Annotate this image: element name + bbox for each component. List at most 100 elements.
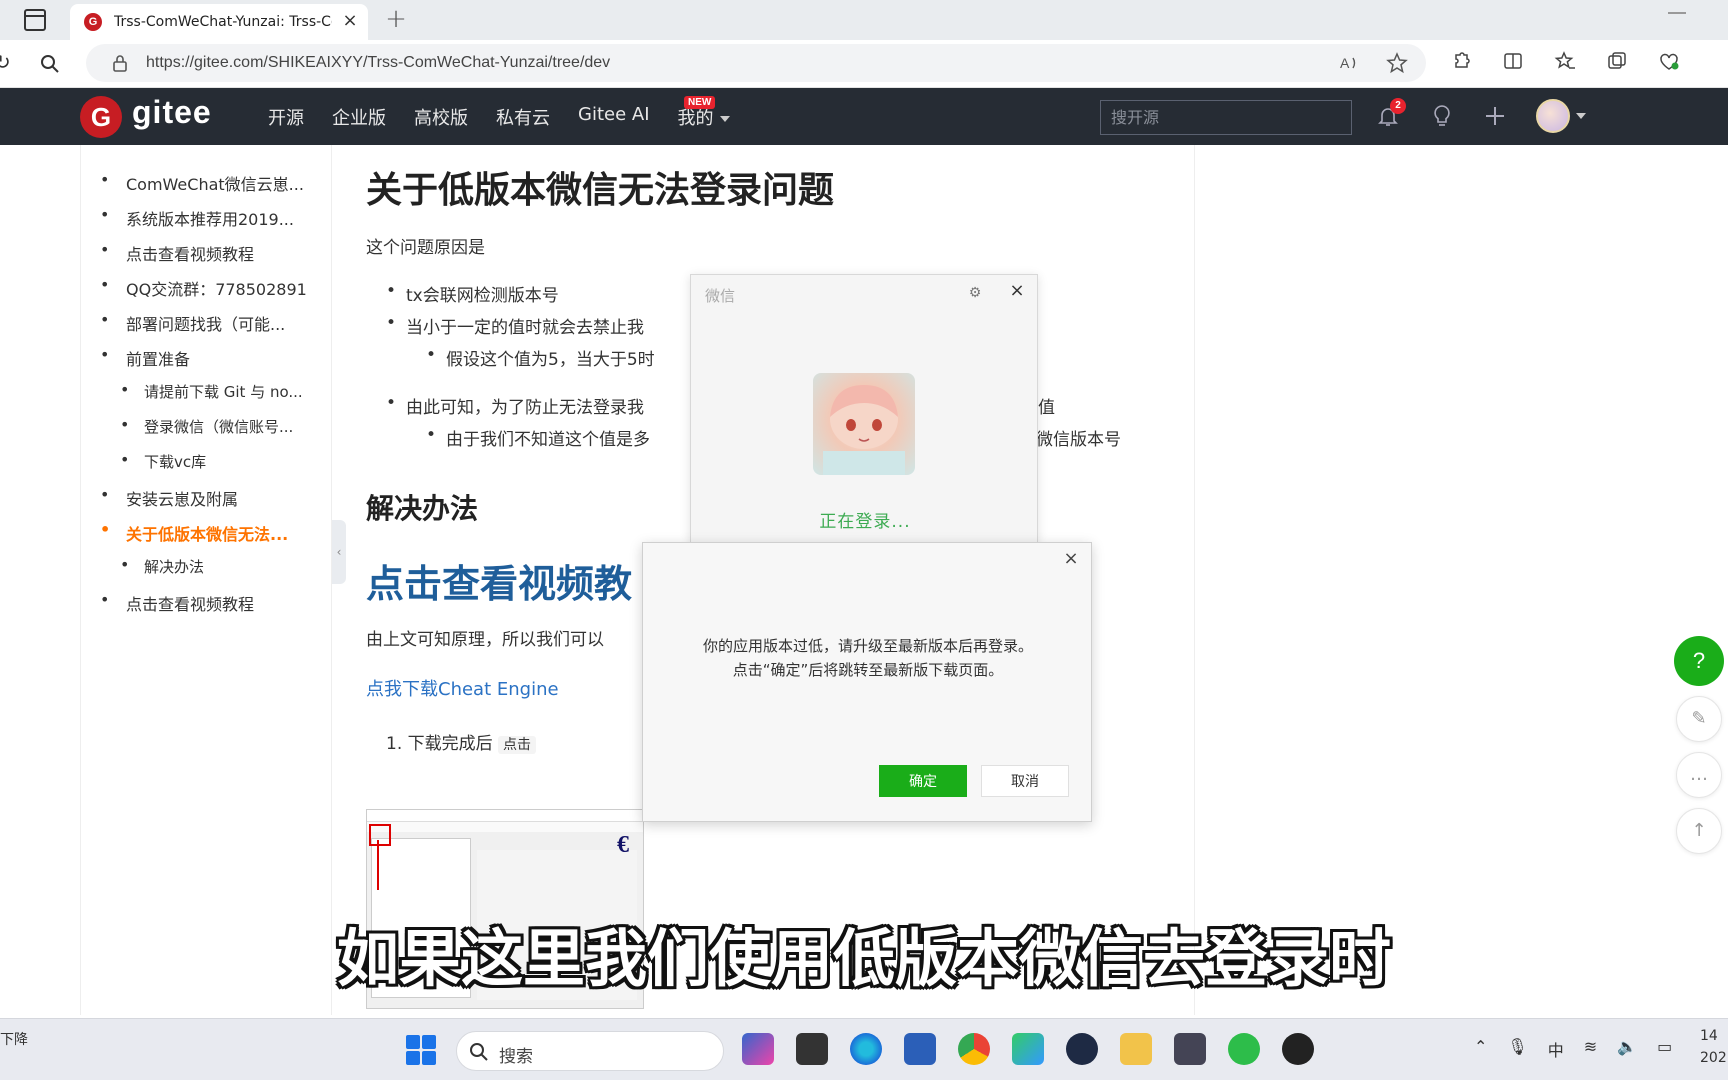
list-item: 假设这个值为5，当大于5时 bbox=[426, 345, 655, 370]
table-of-contents: ComWeChat微信云崽... 系统版本推荐用2019... 点击查看视频教程 QQ… bbox=[82, 145, 332, 1015]
read-aloud-icon[interactable]: A bbox=[1338, 52, 1360, 74]
favorites-icon[interactable] bbox=[1554, 50, 1576, 72]
help-button[interactable]: ? bbox=[1674, 636, 1724, 686]
video-tutorial-heading[interactable]: 点击查看视频教 bbox=[366, 553, 632, 608]
wechat-window-title: 微信 bbox=[705, 287, 736, 305]
favorite-star-icon[interactable] bbox=[1386, 52, 1408, 74]
wechat-icon[interactable] bbox=[1228, 1033, 1260, 1065]
toc-item[interactable]: ComWeChat微信云崽... bbox=[100, 171, 320, 206]
nav-university[interactable]: 高校版 bbox=[414, 104, 468, 130]
app-icon[interactable] bbox=[1066, 1033, 1098, 1065]
notification-count-badge: 2 bbox=[1390, 98, 1406, 114]
gitee-logo-icon[interactable]: G bbox=[80, 96, 122, 138]
task-view-icon[interactable] bbox=[796, 1033, 828, 1065]
extensions-icon[interactable] bbox=[1450, 50, 1472, 72]
plus-icon[interactable] bbox=[1484, 105, 1506, 127]
lightbulb-icon[interactable] bbox=[1430, 103, 1454, 129]
gear-icon[interactable]: ⚙ bbox=[967, 285, 983, 301]
app-icon[interactable] bbox=[1282, 1033, 1314, 1065]
nav-enterprise[interactable]: 企业版 bbox=[332, 104, 386, 130]
edit-icon[interactable]: ✎ bbox=[1676, 696, 1722, 742]
toc-item[interactable]: 安装云崽及附属 bbox=[100, 486, 320, 521]
chevron-up-icon[interactable]: ⌃ bbox=[1474, 1037, 1487, 1061]
toc-item[interactable]: 关于低版本微信无法... bbox=[100, 521, 320, 556]
toc-item[interactable]: 前置准备 bbox=[100, 346, 320, 381]
clock-time: 14 bbox=[1700, 1028, 1718, 1044]
toc-item[interactable]: 下载vc库 bbox=[100, 451, 320, 486]
cheat-engine-download-link[interactable]: 点我下载Cheat Engine bbox=[366, 675, 559, 701]
toc-item[interactable]: QQ交流群：778502891 bbox=[100, 276, 320, 311]
cheat-engine-logo-icon: € bbox=[617, 832, 629, 858]
notifications-button[interactable]: 2 bbox=[1376, 98, 1406, 128]
chrome-icon[interactable] bbox=[958, 1033, 990, 1065]
solution-paragraph: 由上文可知原理，所以我们可以 bbox=[366, 630, 604, 650]
nav-gitee-ai[interactable]: Gitee AI bbox=[578, 104, 650, 130]
gitee-search-input[interactable] bbox=[1100, 100, 1352, 135]
settings-gear-icon[interactable] bbox=[1174, 1033, 1206, 1065]
app-icon[interactable] bbox=[1012, 1033, 1044, 1065]
tab-close-icon[interactable]: × bbox=[340, 10, 360, 32]
volume-icon[interactable]: 🔈 bbox=[1617, 1037, 1637, 1061]
taskbar-search[interactable]: 搜索 bbox=[456, 1031, 724, 1071]
toc-item[interactable]: 请提前下载 Git 与 no... bbox=[100, 381, 320, 416]
edge-browser-icon[interactable] bbox=[850, 1033, 882, 1065]
nav-open-source[interactable]: 开源 bbox=[268, 104, 304, 130]
solution-heading: 解决办法 bbox=[366, 492, 479, 525]
list-item: 当小于一定的值时就会去禁止我 bbox=[386, 313, 644, 338]
toc-item-label: 部署问题找我（可能... bbox=[126, 315, 286, 334]
battery-icon[interactable]: ▭ bbox=[1657, 1037, 1672, 1061]
toc-item[interactable]: 解决办法 bbox=[100, 556, 320, 591]
close-icon[interactable]: × bbox=[1007, 281, 1027, 301]
collections-icon[interactable] bbox=[1606, 50, 1628, 72]
microphone-icon[interactable]: 🎙 bbox=[1507, 1037, 1527, 1061]
file-explorer-icon[interactable] bbox=[1120, 1033, 1152, 1065]
store-app-icon[interactable] bbox=[904, 1033, 936, 1065]
list-item: 由于我们不知道这个值是多 bbox=[426, 425, 650, 450]
reload-icon[interactable]: ↻ bbox=[0, 50, 14, 74]
window-minimize-icon[interactable] bbox=[1668, 12, 1686, 14]
back-to-top-icon[interactable]: ↑ bbox=[1676, 808, 1722, 854]
search-icon[interactable] bbox=[40, 54, 60, 74]
step-1: 1. 下载完成后 点击 bbox=[386, 729, 537, 754]
browser-tab-strip: G Trss-ComWeChat-Yunzai: Trss-Co × + bbox=[0, 0, 1728, 40]
toc-item-label: 下载vc库 bbox=[144, 453, 207, 471]
list-item-tail: 值 bbox=[1038, 398, 1055, 418]
dialog-message-line1: 你的应用版本过低，请升级至最新版本后再登录。 bbox=[702, 637, 1033, 655]
toc-item[interactable]: 系统版本推荐用2019... bbox=[100, 206, 320, 241]
url-field[interactable]: https://gitee.com/SHIKEAIXYY/Trss-ComWeC… bbox=[86, 44, 1426, 82]
toc-item[interactable]: 登录微信（微信账号... bbox=[100, 416, 320, 451]
chevron-down-icon bbox=[1576, 113, 1586, 119]
dialog-message-line2: 点击“确定”后将跳转至最新版下载页面。 bbox=[732, 661, 1004, 679]
toc-item[interactable]: 点击查看视频教程 bbox=[100, 241, 320, 276]
split-screen-icon[interactable] bbox=[1502, 50, 1524, 72]
comment-icon[interactable]: … bbox=[1676, 752, 1722, 798]
toc-item[interactable]: 部署问题找我（可能... bbox=[100, 311, 320, 346]
confirm-button[interactable]: 确定 bbox=[879, 765, 967, 797]
browser-essentials-icon[interactable] bbox=[1658, 50, 1680, 72]
taskbar-clock[interactable]: 14 202 bbox=[1700, 1025, 1727, 1069]
lock-icon[interactable] bbox=[112, 54, 128, 72]
wifi-icon[interactable]: ≋ bbox=[1584, 1037, 1597, 1061]
toc-collapse-handle[interactable]: ‹ bbox=[332, 520, 346, 584]
inline-code: 点击 bbox=[498, 736, 537, 754]
start-button[interactable] bbox=[406, 1035, 436, 1065]
url-text: https://gitee.com/SHIKEAIXYY/Trss-ComWeC… bbox=[146, 54, 611, 71]
intro-paragraph: 这个问题原因是 bbox=[366, 238, 485, 258]
browser-tab-active[interactable]: G Trss-ComWeChat-Yunzai: Trss-Co × bbox=[70, 4, 368, 40]
toc-item-label: 关于低版本微信无法... bbox=[126, 525, 289, 544]
copilot-app-icon[interactable] bbox=[742, 1033, 774, 1065]
nav-private-cloud[interactable]: 私有云 bbox=[496, 104, 550, 130]
user-menu[interactable] bbox=[1536, 99, 1586, 133]
highlight-box bbox=[369, 824, 391, 846]
arrow-icon bbox=[377, 840, 379, 890]
taskbar-widget-text[interactable]: 下降 bbox=[0, 1029, 28, 1049]
input-method-icon[interactable]: 中 bbox=[1548, 1037, 1564, 1061]
gitee-brand[interactable]: gitee bbox=[132, 94, 212, 131]
cancel-button[interactable]: 取消 bbox=[981, 765, 1069, 797]
new-tab-button[interactable]: + bbox=[384, 4, 408, 34]
tab-actions-icon[interactable] bbox=[24, 9, 46, 31]
dialog-close-icon[interactable]: × bbox=[1061, 549, 1081, 569]
list-item: tx会联网检测版本号 bbox=[386, 281, 559, 306]
toc-item[interactable]: 点击查看视频教程 bbox=[100, 591, 320, 626]
toc-item-label: QQ交流群：778502891 bbox=[126, 280, 307, 299]
